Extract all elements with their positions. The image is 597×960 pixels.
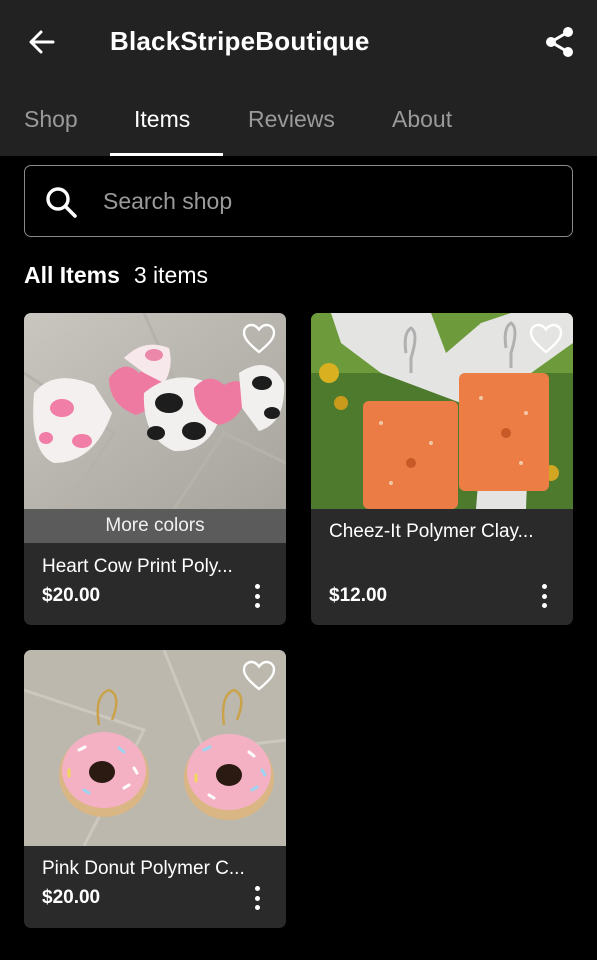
search-box[interactable] xyxy=(24,165,573,237)
active-tab-indicator xyxy=(110,153,223,156)
product-name: Cheez-It Polymer Clay... xyxy=(329,521,534,542)
tab-reviews[interactable]: Reviews xyxy=(248,96,335,156)
product-price: $20.00 xyxy=(42,585,101,606)
share-icon xyxy=(546,27,573,57)
dot-icon xyxy=(541,593,547,599)
section-heading: All Items 3 items xyxy=(24,262,208,289)
more-options-button[interactable] xyxy=(533,580,555,612)
section-title: All Items xyxy=(24,262,120,288)
product-card[interactable]: Cheez-It Polymer Clay... $12.00 xyxy=(311,313,573,625)
dot-icon xyxy=(254,593,260,599)
shop-tabs: Shop Items Reviews About xyxy=(0,96,597,156)
product-price: $12.00 xyxy=(329,585,388,606)
app-header: BlackStripeBoutique Shop Items Reviews A… xyxy=(0,0,597,156)
back-button[interactable] xyxy=(22,22,62,62)
dot-icon xyxy=(254,905,260,910)
heart-outline-icon[interactable] xyxy=(242,660,276,692)
heart-outline-icon[interactable] xyxy=(529,323,563,355)
share-button[interactable] xyxy=(540,22,580,62)
heart-outline-icon[interactable] xyxy=(242,323,276,355)
tab-about[interactable]: About xyxy=(392,96,452,156)
tab-items[interactable]: Items xyxy=(134,96,190,156)
tab-shop[interactable]: Shop xyxy=(24,96,78,156)
dot-icon xyxy=(254,603,260,608)
search-input[interactable] xyxy=(103,166,553,236)
more-options-button[interactable] xyxy=(246,580,268,612)
product-card[interactable]: More colors Heart Cow Print Poly... $20.… xyxy=(24,313,286,625)
more-options-button[interactable] xyxy=(246,882,268,914)
dot-icon xyxy=(541,584,547,589)
more-colors-badge: More colors xyxy=(24,509,286,543)
dot-icon xyxy=(254,895,260,901)
dot-icon xyxy=(541,603,547,608)
dot-icon xyxy=(254,584,260,589)
product-name: Heart Cow Print Poly... xyxy=(42,556,233,577)
item-count: 3 items xyxy=(133,262,209,288)
arrow-left-icon xyxy=(29,30,55,54)
product-price: $20.00 xyxy=(42,887,101,908)
search-icon xyxy=(46,187,77,218)
dot-icon xyxy=(254,886,260,891)
product-card[interactable]: Pink Donut Polymer C... $20.00 xyxy=(24,650,286,928)
product-name: Pink Donut Polymer C... xyxy=(42,858,245,879)
shop-title: BlackStripeBoutique xyxy=(110,26,370,56)
